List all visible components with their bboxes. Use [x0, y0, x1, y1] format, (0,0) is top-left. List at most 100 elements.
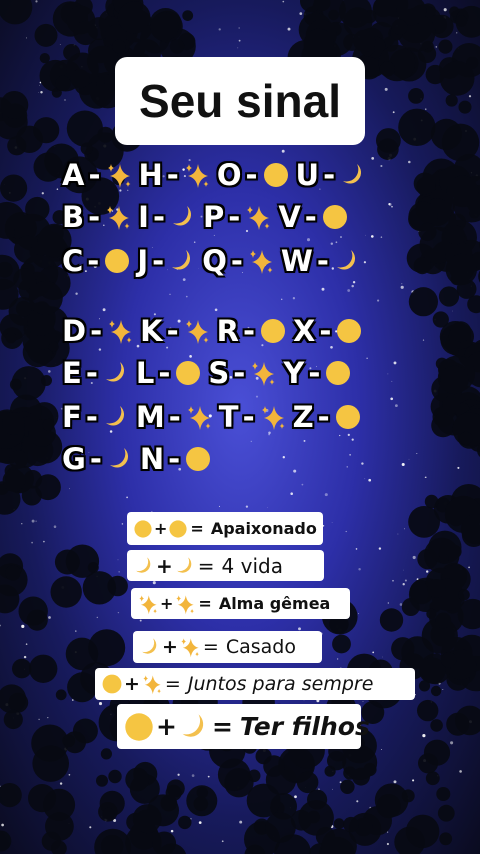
- sparkles-icon: [249, 359, 277, 387]
- plus-sign: +: [154, 519, 168, 538]
- letter-symbol-pair: A -: [62, 158, 133, 192]
- page-title: Seu sinal: [139, 75, 341, 127]
- separator-dash: -: [230, 244, 243, 278]
- separator-dash: -: [319, 314, 332, 348]
- equals-sign: =: [198, 594, 212, 613]
- legend-meaning: Apaixonado: [210, 519, 317, 538]
- letter-symbol-pair: R -: [217, 314, 287, 348]
- sparkles-icon: [183, 317, 211, 345]
- separator-dash: -: [152, 244, 165, 278]
- letter-symbol-pair: Y -: [283, 356, 352, 390]
- yellow-circle-icon: [174, 359, 202, 387]
- separator-dash: -: [308, 356, 321, 390]
- legend-item: + = Casado: [133, 631, 322, 663]
- letter: C: [62, 244, 84, 278]
- letter-symbol-pair: C -: [62, 244, 131, 278]
- letter-symbol-pair: W -: [281, 244, 361, 278]
- letter-symbol-pair: F -: [62, 400, 130, 434]
- title-card: Seu sinal: [115, 57, 365, 145]
- yellow-circle-icon: [168, 519, 188, 539]
- sparkles-icon: [105, 161, 133, 189]
- crescent-moon-icon: [133, 555, 155, 577]
- legend-item: + = 4 vida: [127, 550, 324, 581]
- equals-sign: =: [164, 673, 181, 695]
- equals-sign: =: [190, 519, 204, 538]
- letter: B: [62, 200, 85, 234]
- crescent-moon-icon: [178, 711, 210, 743]
- alphabet-row: G -N -: [62, 442, 218, 476]
- letter: U: [295, 158, 320, 192]
- letter-symbol-pair: B -: [62, 200, 132, 234]
- equals-sign: =: [211, 712, 233, 741]
- separator-dash: -: [87, 244, 100, 278]
- separator-dash: -: [168, 400, 181, 434]
- letter: I: [138, 200, 149, 234]
- legend-meaning: Juntos para sempre: [187, 673, 374, 695]
- letter-symbol-pair: X -: [293, 314, 363, 348]
- alphabet-row: F -M - T - Z -: [62, 400, 368, 434]
- letter-symbol-pair: S -: [208, 356, 277, 390]
- letter: H: [138, 158, 163, 192]
- letter: P: [203, 200, 225, 234]
- alphabet-row: A - H - O -U -: [62, 158, 373, 192]
- yellow-circle-icon: [133, 519, 153, 539]
- legend-meaning: Ter filhos: [239, 712, 370, 741]
- sparkles-icon: [183, 161, 211, 189]
- letter: V: [278, 200, 301, 234]
- letter: T: [218, 400, 239, 434]
- sparkles-icon: [185, 403, 213, 431]
- letter-symbol-pair: E -: [62, 356, 130, 390]
- letter-symbol-pair: L -: [136, 356, 203, 390]
- separator-dash: -: [317, 400, 330, 434]
- letter-symbol-pair: K -: [140, 314, 211, 348]
- legend-item: + = Apaixonado: [127, 512, 323, 545]
- plus-sign: +: [156, 553, 173, 578]
- plus-sign: +: [160, 594, 174, 613]
- yellow-circle-icon: [259, 317, 287, 345]
- separator-dash: -: [152, 200, 165, 234]
- sparkles-icon: [104, 203, 132, 231]
- separator-dash: -: [323, 158, 336, 192]
- letter: L: [135, 356, 155, 390]
- separator-dash: -: [88, 158, 101, 192]
- letter: X: [293, 314, 316, 348]
- letter-symbol-pair: Z -: [293, 400, 362, 434]
- separator-dash: -: [242, 400, 255, 434]
- yellow-circle-icon: [334, 403, 362, 431]
- alphabet-row: B - I -P - V -: [62, 200, 355, 234]
- letter: R: [216, 314, 239, 348]
- letter: E: [62, 356, 82, 390]
- letter: N: [139, 442, 165, 476]
- alphabet-row: D - K - R -X -: [62, 314, 369, 348]
- letter: Z: [292, 400, 314, 434]
- separator-dash: -: [243, 314, 256, 348]
- letter: A: [62, 158, 85, 192]
- plus-sign: +: [162, 636, 178, 658]
- separator-dash: -: [166, 158, 179, 192]
- yellow-circle-icon: [335, 317, 363, 345]
- letter-symbol-pair: G -: [62, 442, 134, 476]
- letter: O: [216, 158, 242, 192]
- letter: D: [62, 314, 87, 348]
- crescent-moon-icon: [333, 247, 361, 275]
- sparkles-icon: [106, 317, 134, 345]
- separator-dash: -: [158, 356, 171, 390]
- plus-sign: +: [156, 712, 177, 741]
- letter: W: [280, 244, 313, 278]
- separator-dash: -: [228, 200, 241, 234]
- letter-symbol-pair: T -: [219, 400, 287, 434]
- alphabet-row: C -J -Q - W -: [62, 244, 367, 278]
- alphabet-row: E -L -S - Y -: [62, 356, 358, 390]
- separator-dash: -: [245, 158, 258, 192]
- separator-dash: -: [304, 200, 317, 234]
- letter-symbol-pair: P -: [203, 200, 272, 234]
- separator-dash: -: [168, 442, 181, 476]
- legend-item: + = Juntos para sempre: [95, 668, 415, 700]
- crescent-moon-icon: [339, 161, 367, 189]
- sparkles-icon: [174, 593, 196, 615]
- letter-symbol-pair: I -: [138, 200, 197, 234]
- letter: Q: [202, 244, 227, 278]
- yellow-circle-icon: [324, 359, 352, 387]
- letter-symbol-pair: H -: [139, 158, 211, 192]
- crescent-moon-icon: [168, 247, 196, 275]
